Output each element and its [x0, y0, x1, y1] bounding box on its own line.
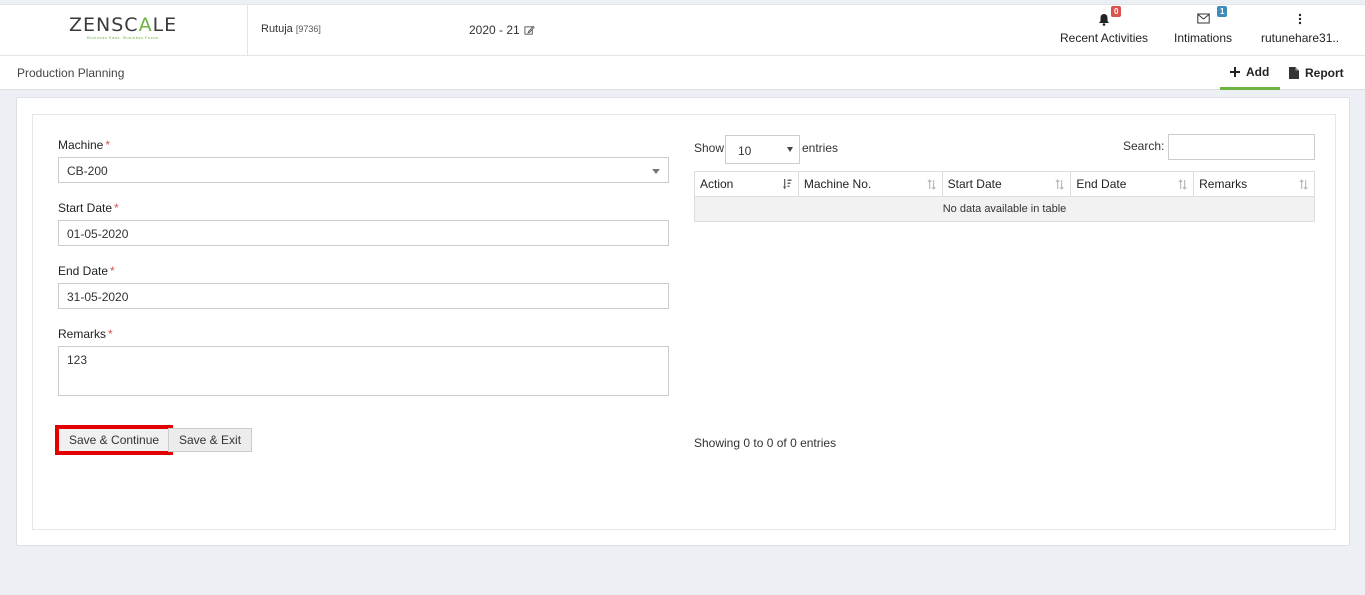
- entries-label: entries: [802, 141, 839, 155]
- table-info: Showing 0 to 0 of 0 entries: [694, 436, 837, 450]
- search-input[interactable]: [1168, 134, 1315, 160]
- user-name: Rutuja: [261, 23, 293, 35]
- sub-header: Production Planning Add Report: [0, 56, 1365, 90]
- user-menu-label: rutunehare31..: [1261, 31, 1340, 45]
- table-row: No data available in table: [694, 196, 1315, 222]
- save-continue-button[interactable]: Save & Continue: [54, 425, 174, 455]
- document-icon: [1289, 67, 1299, 79]
- empty-table-message: No data available in table: [694, 196, 1315, 222]
- intimations[interactable]: 1 Intimations: [1174, 6, 1233, 45]
- tab-add-label: Add: [1246, 64, 1270, 79]
- machine-label: Machine *: [58, 138, 111, 152]
- chevron-down-icon: [652, 169, 660, 174]
- column-header-action[interactable]: Action: [694, 171, 799, 197]
- machine-select[interactable]: CB-200: [58, 157, 669, 183]
- tab-report[interactable]: Report: [1289, 56, 1344, 90]
- show-label: Show: [694, 141, 725, 155]
- caret-down-icon: [787, 147, 793, 152]
- column-header-remarks[interactable]: Remarks: [1193, 171, 1315, 197]
- main-panel: Machine * CB-200 Start Date * 01-05-2020 E…: [16, 97, 1350, 546]
- entries-value: 10: [738, 144, 752, 158]
- page-title: Production Planning: [17, 66, 125, 80]
- start-date-value: 01-05-2020: [67, 227, 129, 241]
- fiscal-year[interactable]: 2020 - 21: [469, 23, 535, 37]
- sort-icon: [926, 179, 936, 190]
- form-card: Machine * CB-200 Start Date * 01-05-2020 E…: [32, 114, 1336, 530]
- start-date-input[interactable]: 01-05-2020: [58, 220, 669, 246]
- user-code: [9736]: [295, 24, 321, 34]
- start-date-label: Start Date *: [58, 201, 119, 215]
- tab-add[interactable]: Add: [1220, 56, 1280, 90]
- recent-activities-badge: 0: [1111, 6, 1122, 17]
- column-header-start-date[interactable]: Start Date: [941, 171, 1072, 197]
- machine-value: CB-200: [67, 164, 108, 178]
- intimations-label: Intimations: [1174, 31, 1233, 45]
- sort-icon: [1178, 179, 1188, 190]
- logo-tagline: Business Ease. Business Focus.: [87, 35, 161, 40]
- user-info: Rutuja [9736]: [261, 23, 321, 35]
- user-menu[interactable]: rutunehare31..: [1261, 13, 1339, 45]
- sort-icon: [1299, 179, 1308, 190]
- sort-ascending-icon: [782, 179, 792, 190]
- remarks-textarea[interactable]: 123: [58, 346, 669, 396]
- logo-text: ZENSCALE: [69, 14, 178, 36]
- entries-select[interactable]: 10: [725, 135, 800, 164]
- fiscal-year-label: 2020 - 21: [469, 23, 520, 37]
- plus-icon: [1230, 66, 1240, 77]
- bell-icon: 0: [1060, 6, 1148, 27]
- column-header-machine-no[interactable]: Machine No.: [797, 171, 943, 197]
- edit-icon[interactable]: [524, 25, 535, 36]
- recent-activities-label: Recent Activities: [1060, 31, 1149, 45]
- remarks-label: Remarks *: [58, 327, 113, 341]
- data-table: Action Machine No. Start Date End Date R…: [694, 171, 1315, 222]
- end-date-input[interactable]: 31-05-2020: [58, 283, 669, 309]
- remarks-value: 123: [67, 353, 88, 367]
- recent-activities[interactable]: 0 Recent Activities: [1060, 6, 1149, 45]
- column-header-end-date[interactable]: End Date: [1070, 171, 1195, 197]
- save-exit-button[interactable]: Save & Exit: [168, 428, 253, 452]
- logo[interactable]: ZENSCALE Business Ease. Business Focus.: [0, 5, 248, 56]
- search-label: Search:: [1123, 139, 1165, 153]
- sort-icon: [1055, 179, 1065, 190]
- more-vertical-icon: [1261, 13, 1339, 27]
- envelope-icon: 1: [1174, 6, 1232, 27]
- end-date-value: 31-05-2020: [67, 290, 129, 304]
- tab-report-label: Report: [1305, 66, 1344, 80]
- intimations-badge: 1: [1217, 6, 1228, 17]
- end-date-label: End Date *: [58, 264, 115, 278]
- top-header: ZENSCALE Business Ease. Business Focus. …: [0, 4, 1365, 56]
